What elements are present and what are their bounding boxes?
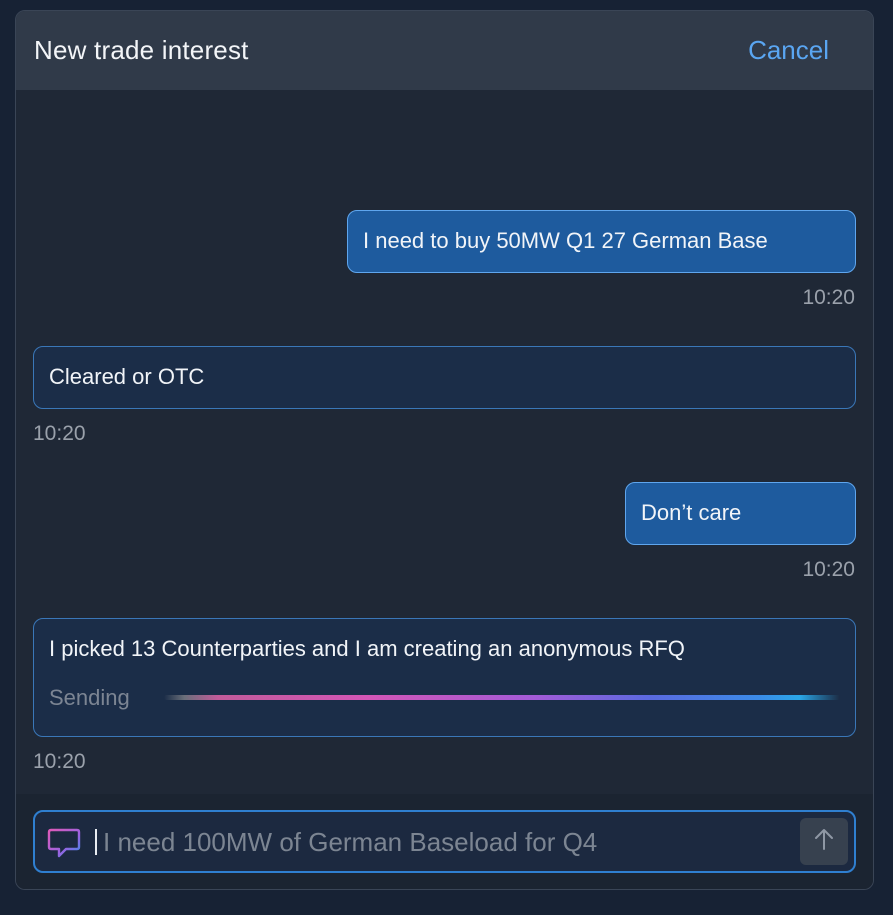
message-text: Don’t care	[641, 500, 742, 525]
message-input[interactable]	[97, 822, 787, 862]
message-text: I need to buy 50MW Q1 27 German Base	[363, 228, 768, 253]
dialog-header: New trade interest Cancel	[16, 11, 873, 90]
user-message-bubble: Don’t care	[625, 482, 856, 545]
message-timestamp: 10:20	[802, 286, 855, 309]
message-text: Cleared or OTC	[49, 364, 205, 389]
user-message-bubble: I need to buy 50MW Q1 27 German Base	[347, 210, 856, 273]
assistant-message-bubble: I picked 13 Counterparties and I am crea…	[33, 618, 856, 737]
composer-input-box	[33, 810, 856, 873]
send-button[interactable]	[800, 818, 848, 865]
arrow-up-icon	[813, 827, 835, 856]
assistant-message-bubble: Cleared or OTC	[33, 346, 856, 409]
cancel-button[interactable]: Cancel	[748, 35, 829, 66]
chat-bubble-icon	[47, 827, 81, 859]
sending-progress-bar	[164, 695, 840, 700]
message-timestamp: 10:20	[33, 422, 86, 445]
composer	[16, 794, 873, 889]
message-timestamp: 10:20	[802, 558, 855, 581]
trade-interest-dialog: New trade interest Cancel I need to buy …	[15, 10, 874, 890]
message-list: I need to buy 50MW Q1 27 German Base 10:…	[16, 90, 873, 794]
sending-status: Sending	[49, 685, 130, 710]
message-timestamp: 10:20	[33, 750, 86, 773]
dialog-title: New trade interest	[34, 35, 249, 65]
message-text: I picked 13 Counterparties and I am crea…	[49, 636, 685, 661]
